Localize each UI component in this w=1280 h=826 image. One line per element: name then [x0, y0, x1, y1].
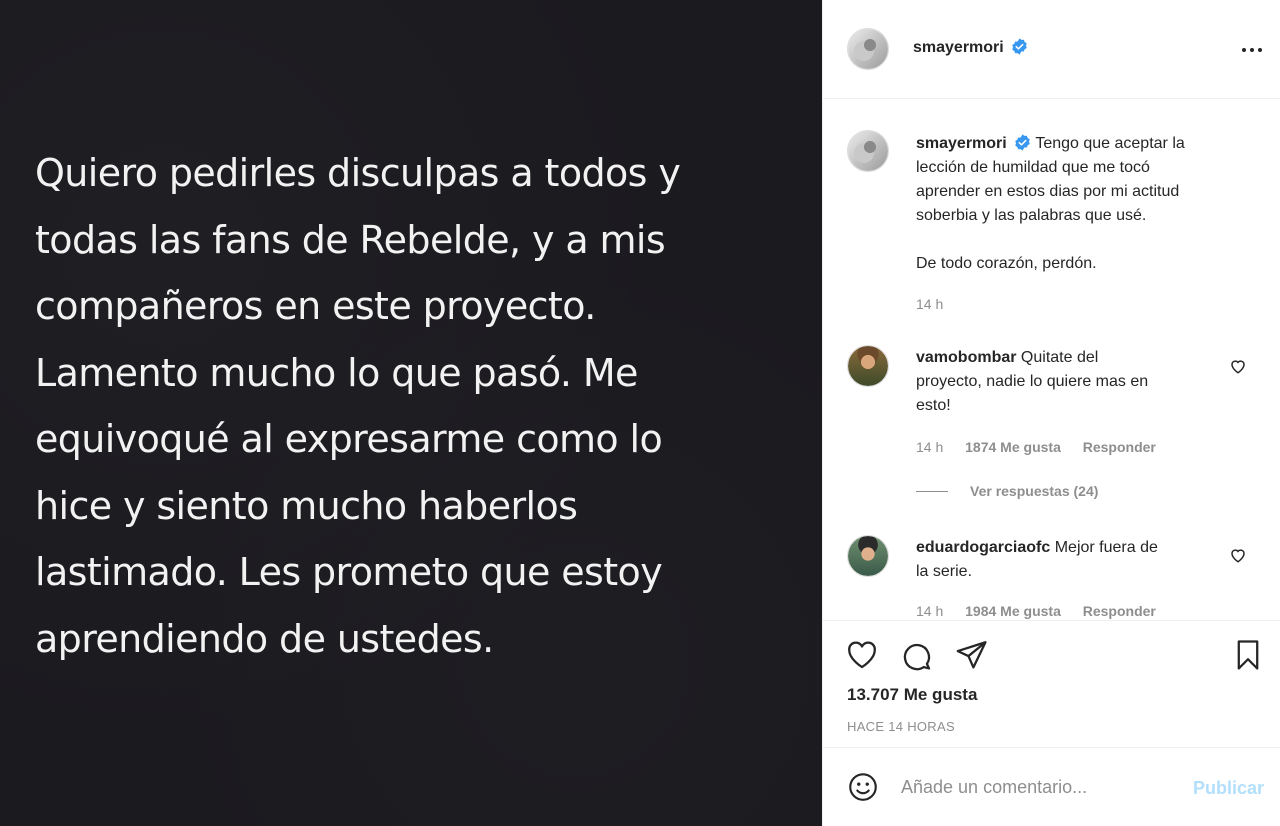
header-username[interactable]: smayermori [913, 39, 1004, 56]
comment: eduardogarciaofc Mejor fuera de la serie… [916, 536, 1226, 584]
caption-text-line: aprender en estos dias por mi actitud [916, 183, 1180, 200]
caption-text-line: Tengo que aceptar la [1035, 135, 1185, 152]
caption-meta: 14 h [916, 296, 961, 312]
comment: vamobombar Quitate del proyecto, nadie l… [916, 346, 1226, 418]
verified-badge-icon [1012, 38, 1027, 55]
heart-icon[interactable] [845, 638, 879, 672]
post-text-line: equivoqué al expresarme como lo [35, 417, 663, 461]
comment-text-line: Mejor fuera de [1054, 539, 1158, 556]
caption: smayermori Tengo que aceptar la lección … [916, 132, 1226, 276]
caption-text-line: De todo corazón, perdón. [916, 255, 1097, 272]
post-actions: 13.707 Me gusta HACE 14 HORAS [823, 620, 1280, 748]
post-text-line: lastimado. Les prometo que estoy [35, 550, 663, 594]
caption-avatar[interactable] [847, 130, 889, 172]
post-text-line: Quiero pedirles disculpas a todos y [35, 151, 681, 195]
comment-like-heart-icon[interactable] [1229, 546, 1247, 564]
caption-text-line: soberbia y las palabras que usé. [916, 207, 1147, 224]
comment-input[interactable] [901, 770, 1181, 804]
comments-section[interactable]: smayermori Tengo que aceptar la lección … [823, 100, 1280, 620]
comment-text-line: Quitate del [1020, 349, 1099, 366]
replies-divider [916, 490, 948, 492]
comment-username[interactable]: vamobombar [916, 349, 1016, 366]
view-replies-button[interactable]: Ver respuestas (24) [916, 483, 1098, 499]
comment-reply-button[interactable]: Responder [1083, 439, 1156, 455]
add-comment-bar: Publicar [823, 748, 1280, 826]
comment-meta: 14 h 1984 Me gusta Responder [916, 603, 1174, 619]
comment-time[interactable]: 14 h [916, 439, 943, 455]
bookmark-icon[interactable] [1231, 638, 1265, 672]
share-icon[interactable] [955, 638, 989, 672]
comment-likes[interactable]: 1874 Me gusta [965, 439, 1061, 455]
comment-text-line: la serie. [916, 563, 973, 580]
post-header: smayermori [823, 0, 1280, 99]
emoji-smiley-icon[interactable] [846, 770, 880, 804]
comment-username[interactable]: eduardogarciaofc [916, 539, 1050, 556]
verified-badge-icon [1015, 134, 1030, 151]
comment-time[interactable]: 14 h [916, 603, 943, 619]
post-text-line: compañeros en este proyecto. [35, 284, 596, 328]
more-horizontal-icon[interactable] [1241, 47, 1263, 53]
comment-reply-button[interactable]: Responder [1083, 603, 1156, 619]
owner-avatar[interactable] [847, 28, 889, 70]
post-text-line: Lamento mucho lo que pasó. Me [35, 350, 638, 395]
comment-likes[interactable]: 1984 Me gusta [965, 603, 1061, 619]
comment-icon[interactable] [900, 638, 934, 672]
post-text-line: todas las fans de Rebelde, y a mis [35, 217, 666, 262]
comment-like-heart-icon[interactable] [1229, 357, 1247, 375]
post-time[interactable]: HACE 14 HORAS [847, 719, 955, 734]
like-count[interactable]: 13.707 Me gusta [847, 685, 977, 705]
comment-avatar[interactable] [847, 345, 889, 387]
caption-text-line: lección de humildad que me tocó [916, 159, 1150, 176]
post-text-line: hice y siento mucho haberlos [35, 483, 578, 528]
post-text: Quiero pedirles disculpas a todos y toda… [35, 140, 805, 672]
caption-time[interactable]: 14 h [916, 296, 943, 312]
post-text-line: aprendiendo de ustedes. [35, 616, 494, 661]
publish-button[interactable]: Publicar [1193, 778, 1264, 799]
comment-text-line: proyecto, nadie lo quiere mas en [916, 373, 1149, 390]
comment-text-line: esto! [916, 397, 951, 414]
comment-avatar[interactable] [847, 535, 889, 577]
comment-meta: 14 h 1874 Me gusta Responder [916, 439, 1174, 455]
post-side-panel: smayermori smayermori Tengo que aceptar … [822, 0, 1280, 826]
view-replies-label: Ver respuestas (24) [970, 483, 1099, 499]
caption-username[interactable]: smayermori [916, 135, 1007, 152]
post-image[interactable]: Quiero pedirles disculpas a todos y toda… [0, 0, 822, 826]
